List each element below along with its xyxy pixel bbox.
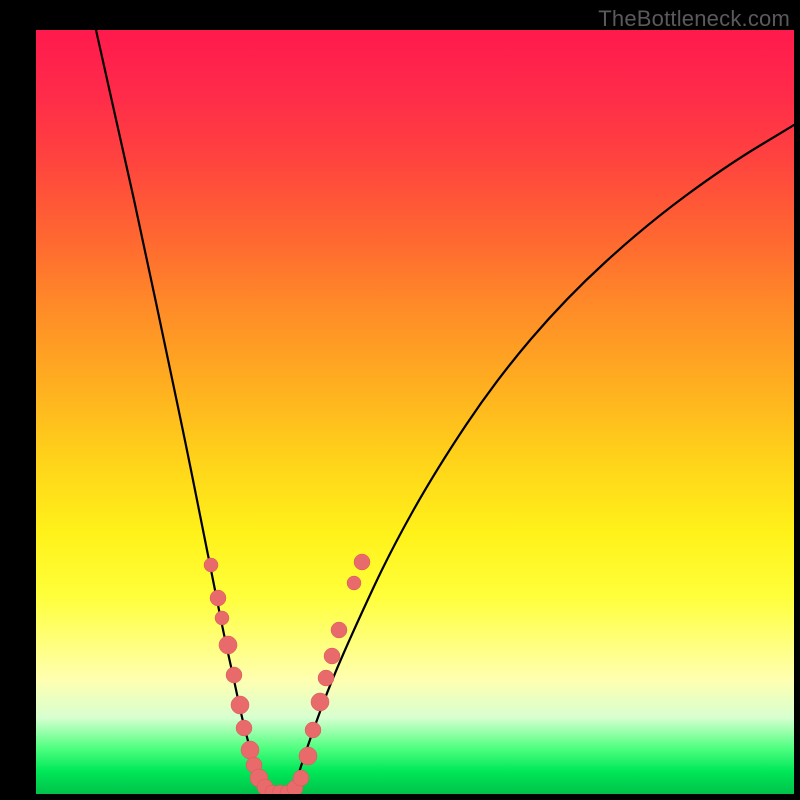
curve-right: [292, 125, 794, 794]
scatter-dot: [219, 636, 237, 654]
scatter-dot: [215, 611, 229, 625]
scatter-dot: [210, 590, 226, 606]
scatter-dot: [293, 770, 309, 786]
scatter-dot: [324, 648, 340, 664]
scatter-dot: [347, 576, 361, 590]
scatter-dot: [311, 693, 329, 711]
plot-area: [36, 30, 794, 794]
chart-svg: [36, 30, 794, 794]
curve-left: [96, 30, 271, 794]
scatter-dot: [204, 558, 218, 572]
scatter-dot: [236, 720, 252, 736]
scatter-dot: [231, 696, 249, 714]
outer-frame: TheBottleneck.com: [0, 0, 800, 800]
scatter-dot: [241, 741, 259, 759]
scatter-dot: [299, 747, 317, 765]
scatter-dots: [204, 554, 370, 794]
scatter-dot: [354, 554, 370, 570]
scatter-dot: [226, 667, 242, 683]
scatter-dot: [305, 722, 321, 738]
watermark-text: TheBottleneck.com: [598, 6, 790, 32]
scatter-dot: [331, 622, 347, 638]
scatter-dot: [318, 670, 334, 686]
